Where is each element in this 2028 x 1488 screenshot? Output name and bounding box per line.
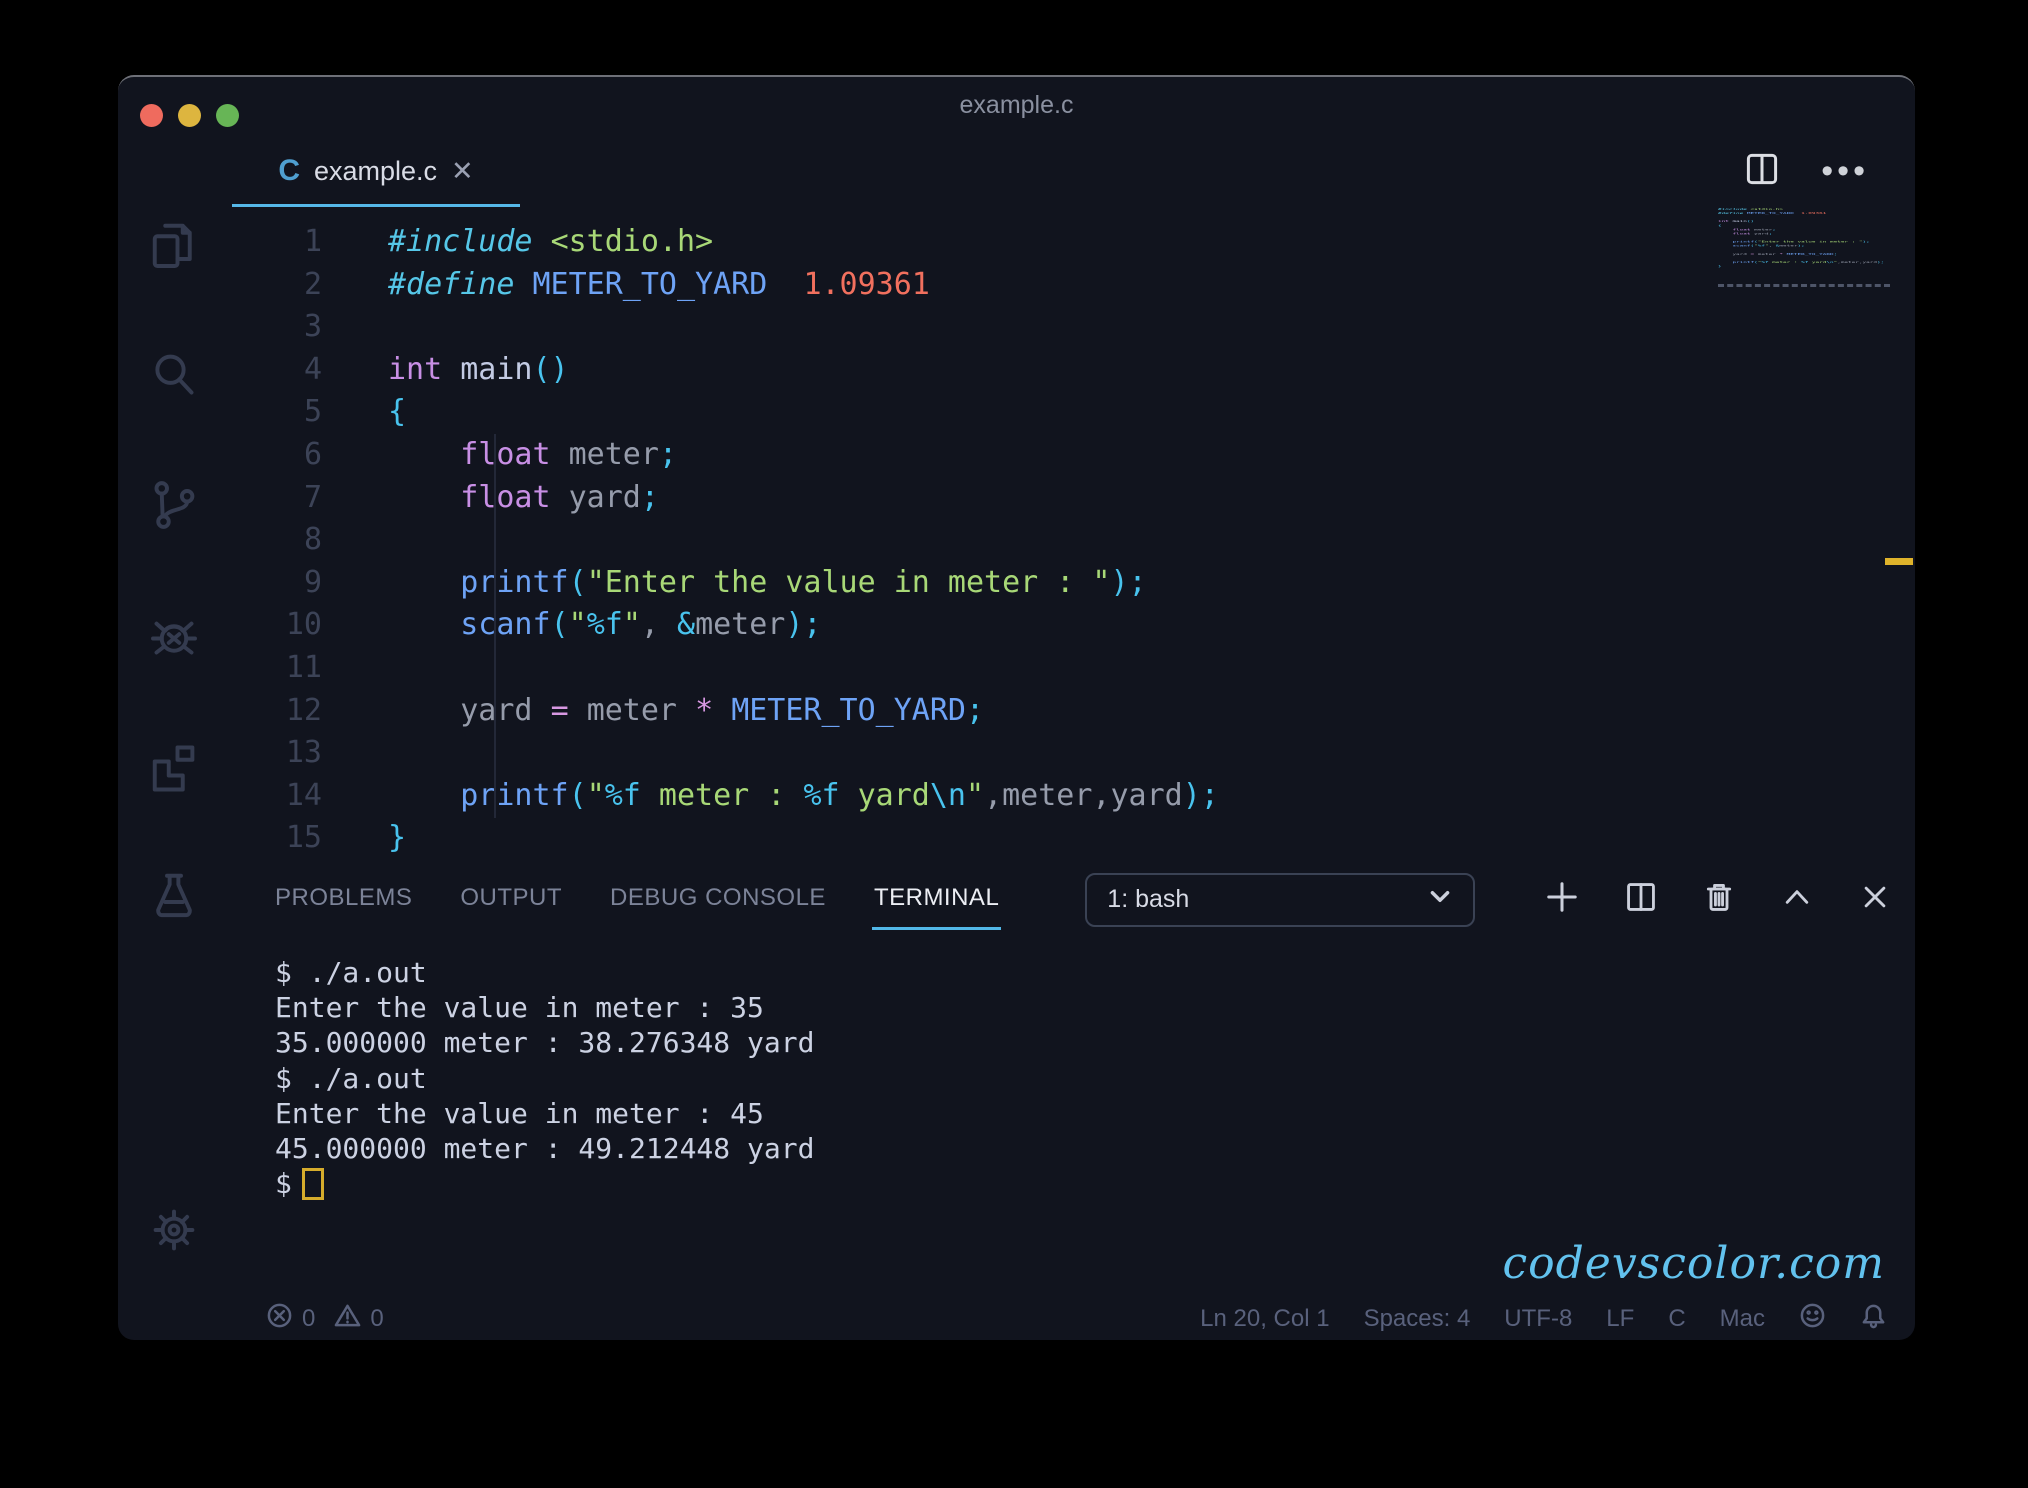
line-number: 10 — [230, 604, 322, 647]
tab-debug-console[interactable]: DEBUG CONSOLE — [610, 884, 826, 916]
testing-flask-icon[interactable] — [146, 867, 202, 923]
code-line[interactable]: 13 — [230, 732, 1915, 775]
line-number: 14 — [230, 775, 322, 818]
code-line[interactable]: 2#define METER_TO_YARD 1.09361 — [230, 264, 1915, 307]
code-line[interactable]: 6 float meter; — [230, 434, 1915, 477]
code-editor[interactable]: 1#include <stdio.h>2#define METER_TO_YAR… — [230, 207, 1915, 862]
panel-header: PROBLEMS OUTPUT DEBUG CONSOLE TERMINAL 1… — [230, 862, 1915, 937]
terminal-line: $ ./a.out — [275, 1061, 1915, 1096]
settings-gear-icon[interactable] — [146, 1202, 202, 1258]
code-line[interactable]: 7 float yard; — [230, 477, 1915, 520]
prompt-symbol: $ — [275, 1166, 292, 1201]
line-number: 9 — [230, 562, 322, 605]
shell-select-value: 1: bash — [1107, 885, 1189, 914]
tab-output[interactable]: OUTPUT — [460, 884, 562, 916]
status-eol[interactable]: LF — [1606, 1305, 1634, 1333]
status-bar: 0 0 Ln 20, Col 1 Spaces: 4 UTF-8 LF C Ma… — [230, 1297, 1915, 1340]
maximize-panel-chevron-up-icon[interactable] — [1781, 881, 1813, 918]
terminal-line: Enter the value in meter : 35 — [275, 990, 1915, 1025]
line-number: 5 — [230, 391, 322, 434]
minimap-content: #include <stdio.h>#define METER_TO_YARD … — [1718, 207, 1890, 268]
line-number: 7 — [230, 477, 322, 520]
watermark: codevscolor.com — [1502, 1238, 1885, 1289]
bottom-panel: PROBLEMS OUTPUT DEBUG CONSOLE TERMINAL 1… — [230, 862, 1915, 1297]
code-line[interactable]: 4int main() — [230, 349, 1915, 392]
warnings-icon[interactable] — [334, 1302, 361, 1336]
terminal-line: 45.000000 meter : 49.212448 yard — [275, 1131, 1915, 1166]
minimap[interactable]: #include <stdio.h>#define METER_TO_YARD … — [1718, 207, 1890, 447]
close-panel-icon[interactable] — [1859, 881, 1891, 918]
overview-ruler-marker — [1885, 558, 1913, 565]
notifications-bell-icon[interactable] — [1860, 1302, 1887, 1336]
line-number: 13 — [230, 732, 322, 775]
line-number: 15 — [230, 817, 322, 860]
source-control-icon[interactable] — [146, 477, 202, 533]
kill-terminal-trash-icon[interactable] — [1703, 881, 1735, 918]
titlebar: example.c — [118, 77, 1915, 135]
chevron-down-icon — [1427, 883, 1453, 916]
more-actions-icon[interactable]: ••• — [1821, 152, 1869, 191]
line-number: 6 — [230, 434, 322, 477]
indent-guide — [494, 434, 496, 818]
status-os[interactable]: Mac — [1720, 1305, 1765, 1333]
code-line[interactable]: 8 — [230, 519, 1915, 562]
line-number: 11 — [230, 647, 322, 690]
code-line[interactable]: 10 scanf("%f", &meter); — [230, 604, 1915, 647]
code-line[interactable]: 11 — [230, 647, 1915, 690]
tab-label: example.c — [314, 156, 437, 187]
split-terminal-icon[interactable] — [1625, 881, 1657, 918]
code-line[interactable]: 12 yard = meter * METER_TO_YARD; — [230, 690, 1915, 733]
code-line[interactable]: 9 printf("Enter the value in meter : "); — [230, 562, 1915, 605]
terminal-line: Enter the value in meter : 45 — [275, 1096, 1915, 1131]
tab-example-c[interactable]: C example.c ✕ — [230, 135, 522, 207]
status-ln-col[interactable]: Ln 20, Col 1 — [1200, 1305, 1329, 1333]
debug-icon[interactable] — [146, 607, 202, 663]
code-line[interactable]: 1#include <stdio.h> — [230, 221, 1915, 264]
code-line[interactable]: 3 — [230, 306, 1915, 349]
feedback-smiley-icon[interactable] — [1799, 1302, 1826, 1336]
line-number: 8 — [230, 519, 322, 562]
status-spaces[interactable]: Spaces: 4 — [1364, 1305, 1471, 1333]
code-line[interactable]: 15} — [230, 817, 1915, 860]
terminal-cursor — [302, 1168, 324, 1200]
minimap-separator — [1718, 284, 1890, 287]
window-title: example.c — [118, 91, 1915, 120]
search-icon[interactable] — [146, 347, 202, 403]
editor-tab-bar: C example.c ✕ ••• — [230, 135, 1915, 207]
tab-terminal[interactable]: TERMINAL — [874, 884, 999, 916]
terminal-prompt-line: $ — [275, 1166, 1915, 1201]
terminal-line: $ ./a.out — [275, 955, 1915, 990]
terminal-line: 35.000000 meter : 38.276348 yard — [275, 1025, 1915, 1060]
code-line[interactable]: 14 printf("%f meter : %f yard\n",meter,y… — [230, 775, 1915, 818]
extensions-icon[interactable] — [146, 737, 202, 793]
line-number: 3 — [230, 306, 322, 349]
status-encoding[interactable]: UTF-8 — [1504, 1305, 1572, 1333]
line-number: 4 — [230, 349, 322, 392]
explorer-icon[interactable] — [146, 217, 202, 273]
errors-icon[interactable] — [266, 1302, 293, 1336]
vscode-window: example.c — [118, 75, 1915, 1340]
errors-count[interactable]: 0 — [302, 1305, 315, 1333]
status-language[interactable]: C — [1668, 1305, 1685, 1333]
line-number: 1 — [230, 221, 322, 264]
code-lines: 1#include <stdio.h>2#define METER_TO_YAR… — [230, 221, 1915, 860]
tab-problems[interactable]: PROBLEMS — [275, 884, 412, 916]
split-editor-icon[interactable] — [1745, 152, 1779, 191]
code-line[interactable]: 5{ — [230, 391, 1915, 434]
new-terminal-icon[interactable] — [1545, 880, 1579, 919]
activity-bar — [118, 135, 230, 1340]
c-language-icon: C — [278, 154, 300, 188]
warnings-count[interactable]: 0 — [370, 1305, 383, 1333]
tab-close-icon[interactable]: ✕ — [451, 156, 474, 187]
terminal-output: $ ./a.outEnter the value in meter : 3535… — [275, 955, 1915, 1166]
terminal-shell-select[interactable]: 1: bash — [1085, 873, 1475, 927]
line-number: 2 — [230, 264, 322, 307]
line-number: 12 — [230, 690, 322, 733]
